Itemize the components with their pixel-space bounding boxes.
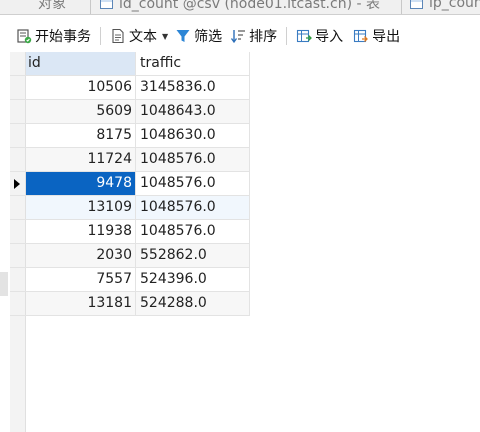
tab-strip: 对象 id_count @csv (node01.itcast.cn) - 表 …: [0, 0, 480, 15]
export-button[interactable]: 导出: [353, 26, 400, 46]
cell-traffic[interactable]: 524396.0: [136, 268, 250, 291]
sort-label: 排序: [249, 29, 278, 45]
begin-transaction-button[interactable]: 开始事务: [16, 26, 91, 46]
cell-id[interactable]: 13109: [26, 196, 136, 219]
current-row-pointer-icon: [14, 179, 20, 189]
chevron-down-icon: ▼: [162, 31, 169, 41]
tab-label: 对象: [38, 0, 66, 12]
cell-id[interactable]: 11724: [26, 148, 136, 171]
filter-label: 筛选: [194, 29, 223, 45]
row-header[interactable]: [10, 220, 26, 243]
table-row[interactable]: 10506 3145836.0: [10, 76, 250, 100]
cell-traffic[interactable]: 1048576.0: [136, 196, 250, 219]
grid-header-row: id traffic: [10, 52, 250, 76]
row-header[interactable]: [10, 268, 26, 291]
row-header[interactable]: [10, 196, 26, 219]
import-icon: [296, 28, 313, 44]
cell-traffic[interactable]: 552862.0: [136, 244, 250, 267]
row-header[interactable]: [10, 100, 26, 123]
table-row[interactable]: 7557 524396.0: [10, 268, 250, 292]
cell-traffic[interactable]: 1048643.0: [136, 100, 250, 123]
column-header-traffic[interactable]: traffic: [136, 52, 250, 75]
table-row[interactable]: 11938 1048576.0: [10, 220, 250, 244]
table-row[interactable]: 2030 552862.0: [10, 244, 250, 268]
tab-label: id_count @csv (node01.itcast.cn) - 表: [119, 0, 380, 12]
tab-label: ip_coun: [429, 0, 480, 11]
filter-button[interactable]: 筛选: [175, 26, 222, 46]
export-label: 导出: [372, 29, 401, 45]
export-icon: [353, 28, 369, 44]
tab-divider: [401, 0, 402, 14]
cell-traffic[interactable]: 1048576.0: [136, 148, 250, 171]
column-header-id[interactable]: id: [26, 52, 136, 75]
table-row-selected[interactable]: 9478 1048576.0: [10, 172, 250, 196]
tab-ip-count[interactable]: ip_coun: [410, 0, 480, 13]
row-header: [10, 52, 26, 75]
cell-id[interactable]: 7557: [26, 268, 136, 291]
data-grid: id traffic 10506 3145836.0 5609 1048643.…: [10, 52, 250, 316]
cell-traffic[interactable]: 3145836.0: [136, 76, 250, 99]
row-header[interactable]: [10, 76, 26, 99]
filter-icon: [175, 28, 191, 44]
cell-id[interactable]: 13181: [26, 292, 136, 315]
row-header[interactable]: [10, 148, 26, 171]
toolbar: 开始事务 文本 ▼ 筛选 排序 导入 导出: [0, 22, 480, 50]
cell-id[interactable]: 9478: [26, 172, 136, 195]
table-icon: [410, 0, 423, 9]
table-row[interactable]: 11724 1048576.0: [10, 148, 250, 172]
cell-traffic[interactable]: 1048576.0: [136, 220, 250, 243]
text-label: 文本: [129, 29, 157, 45]
toolbar-divider: [286, 27, 288, 45]
sort-icon: [230, 28, 246, 44]
tab-id-count[interactable]: id_count @csv (node01.itcast.cn) - 表: [100, 0, 380, 13]
cell-id[interactable]: 5609: [26, 100, 136, 123]
begin-transaction-label: 开始事务: [35, 29, 91, 45]
cell-id[interactable]: 2030: [26, 244, 136, 267]
toolbar-divider: [100, 27, 101, 45]
cell-id[interactable]: 10506: [26, 76, 136, 99]
left-panel-edge: [0, 272, 8, 296]
cell-id[interactable]: 8175: [26, 124, 136, 147]
table-icon: [100, 0, 113, 9]
import-label: 导入: [315, 29, 344, 45]
import-button[interactable]: 导入: [296, 26, 343, 46]
text-dropdown-button[interactable]: 文本 ▼: [110, 26, 168, 46]
row-header[interactable]: [10, 244, 26, 267]
table-row[interactable]: 13181 524288.0: [10, 292, 250, 316]
tab-divider: [90, 0, 91, 14]
cell-traffic[interactable]: 1048576.0: [136, 172, 250, 195]
cell-traffic[interactable]: 1048630.0: [136, 124, 250, 147]
transaction-icon: [16, 28, 32, 44]
document-icon: [110, 28, 126, 44]
row-header[interactable]: [10, 172, 26, 195]
table-row[interactable]: 13109 1048576.0: [10, 196, 250, 220]
table-row[interactable]: 8175 1048630.0: [10, 124, 250, 148]
sort-button[interactable]: 排序: [230, 26, 277, 46]
cell-id[interactable]: 11938: [26, 220, 136, 243]
table-row[interactable]: 5609 1048643.0: [10, 100, 250, 124]
row-header[interactable]: [10, 124, 26, 147]
tab-objects[interactable]: 对象: [38, 0, 66, 13]
row-header[interactable]: [10, 292, 26, 315]
cell-traffic[interactable]: 524288.0: [136, 292, 250, 315]
